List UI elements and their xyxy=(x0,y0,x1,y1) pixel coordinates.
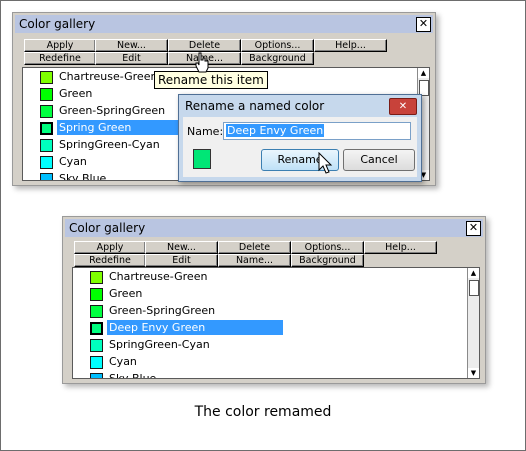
color-name: Green xyxy=(59,87,93,100)
color-name: Green-SpringGreen xyxy=(59,104,166,117)
delete-button[interactable]: Delete xyxy=(168,39,241,52)
color-swatch xyxy=(90,356,103,369)
arrow-cursor-icon xyxy=(318,152,333,174)
hand-cursor-icon xyxy=(195,52,209,73)
color-name: Cyan xyxy=(59,155,87,168)
background-button[interactable]: Background xyxy=(291,254,364,267)
color-name: Cyan xyxy=(109,355,137,368)
color-swatch xyxy=(40,88,53,101)
help-button[interactable]: Help... xyxy=(364,241,437,254)
new-button[interactable]: New... xyxy=(95,39,168,52)
edit-button[interactable]: Edit xyxy=(145,254,218,267)
scroll-thumb[interactable] xyxy=(469,280,479,296)
edit-button[interactable]: Edit xyxy=(95,52,168,65)
title-bar: Color gallery ✕ xyxy=(65,219,483,237)
scroll-down-icon[interactable]: ▼ xyxy=(468,368,479,378)
color-name: Deep Envy Green xyxy=(107,320,283,335)
redefine-button[interactable]: Redefine xyxy=(74,254,146,267)
close-icon[interactable]: ✕ xyxy=(416,17,431,32)
name-input[interactable]: Deep Envy Green xyxy=(223,122,411,140)
close-icon[interactable]: ✕ xyxy=(389,98,417,115)
color-swatch xyxy=(40,139,53,152)
name-label: Name: xyxy=(187,125,224,138)
panel-title: Color gallery xyxy=(69,221,146,235)
color-name: Green-SpringGreen xyxy=(109,304,216,317)
tooltip: Rename this item xyxy=(154,71,268,89)
help-button[interactable]: Help... xyxy=(314,39,387,52)
scroll-up-icon[interactable]: ▲ xyxy=(418,68,429,78)
rename-dialog: Rename a named color ✕ Name: Deep Envy G… xyxy=(178,94,422,182)
color-name: Sky Blue xyxy=(109,372,157,379)
delete-button[interactable]: Delete xyxy=(218,241,291,254)
color-swatch xyxy=(90,271,103,284)
dialog-body: Name: Deep Envy Green Rename Cancel xyxy=(183,117,417,177)
color-swatch xyxy=(39,121,54,136)
name-button[interactable]: Name... xyxy=(218,254,291,267)
color-swatch xyxy=(90,288,103,301)
scroll-up-icon[interactable]: ▲ xyxy=(468,268,479,278)
redefine-button[interactable]: Redefine xyxy=(24,52,96,65)
color-swatch xyxy=(89,321,104,336)
cancel-button[interactable]: Cancel xyxy=(343,149,415,171)
color-swatch xyxy=(40,173,53,180)
color-name: SpringGreen-Cyan xyxy=(109,338,210,351)
color-list[interactable]: Chartreuse-Green Green Green-SpringGreen… xyxy=(72,267,480,379)
color-swatch xyxy=(193,149,211,169)
color-name: Chartreuse-Green xyxy=(59,70,158,83)
dialog-title: Rename a named color xyxy=(185,99,325,113)
panel-title: Color gallery xyxy=(19,17,96,31)
color-swatch xyxy=(40,105,53,118)
color-name: Chartreuse-Green xyxy=(109,270,208,283)
color-swatch xyxy=(40,71,53,84)
title-bar: Color gallery ✕ xyxy=(15,15,433,33)
color-swatch xyxy=(90,339,103,352)
name-input-value: Deep Envy Green xyxy=(226,124,325,137)
new-button[interactable]: New... xyxy=(145,241,218,254)
options-button[interactable]: Options... xyxy=(241,39,314,52)
color-name: Green xyxy=(109,287,143,300)
vertical-scrollbar[interactable]: ▲ ▼ xyxy=(467,268,479,378)
caption: The color remamed xyxy=(194,404,332,420)
background-button[interactable]: Background xyxy=(241,52,314,65)
color-swatch xyxy=(90,305,103,318)
close-icon[interactable]: ✕ xyxy=(466,221,481,236)
color-name: Spring Green xyxy=(57,120,183,135)
color-name: SpringGreen-Cyan xyxy=(59,138,160,151)
list-item-selected[interactable]: Deep Envy Green xyxy=(73,319,283,336)
color-name: Sky Blue xyxy=(59,172,107,181)
apply-button[interactable]: Apply xyxy=(74,241,146,254)
dialog-title-bar: Rename a named color ✕ xyxy=(179,95,421,117)
color-gallery-panel-bottom: Color gallery ✕ Apply New... Delete Opti… xyxy=(62,216,486,384)
color-swatch xyxy=(40,156,53,169)
options-button[interactable]: Options... xyxy=(291,241,364,254)
color-swatch xyxy=(90,373,103,378)
apply-button[interactable]: Apply xyxy=(24,39,96,52)
list-item-selected[interactable]: Spring Green xyxy=(23,119,183,136)
